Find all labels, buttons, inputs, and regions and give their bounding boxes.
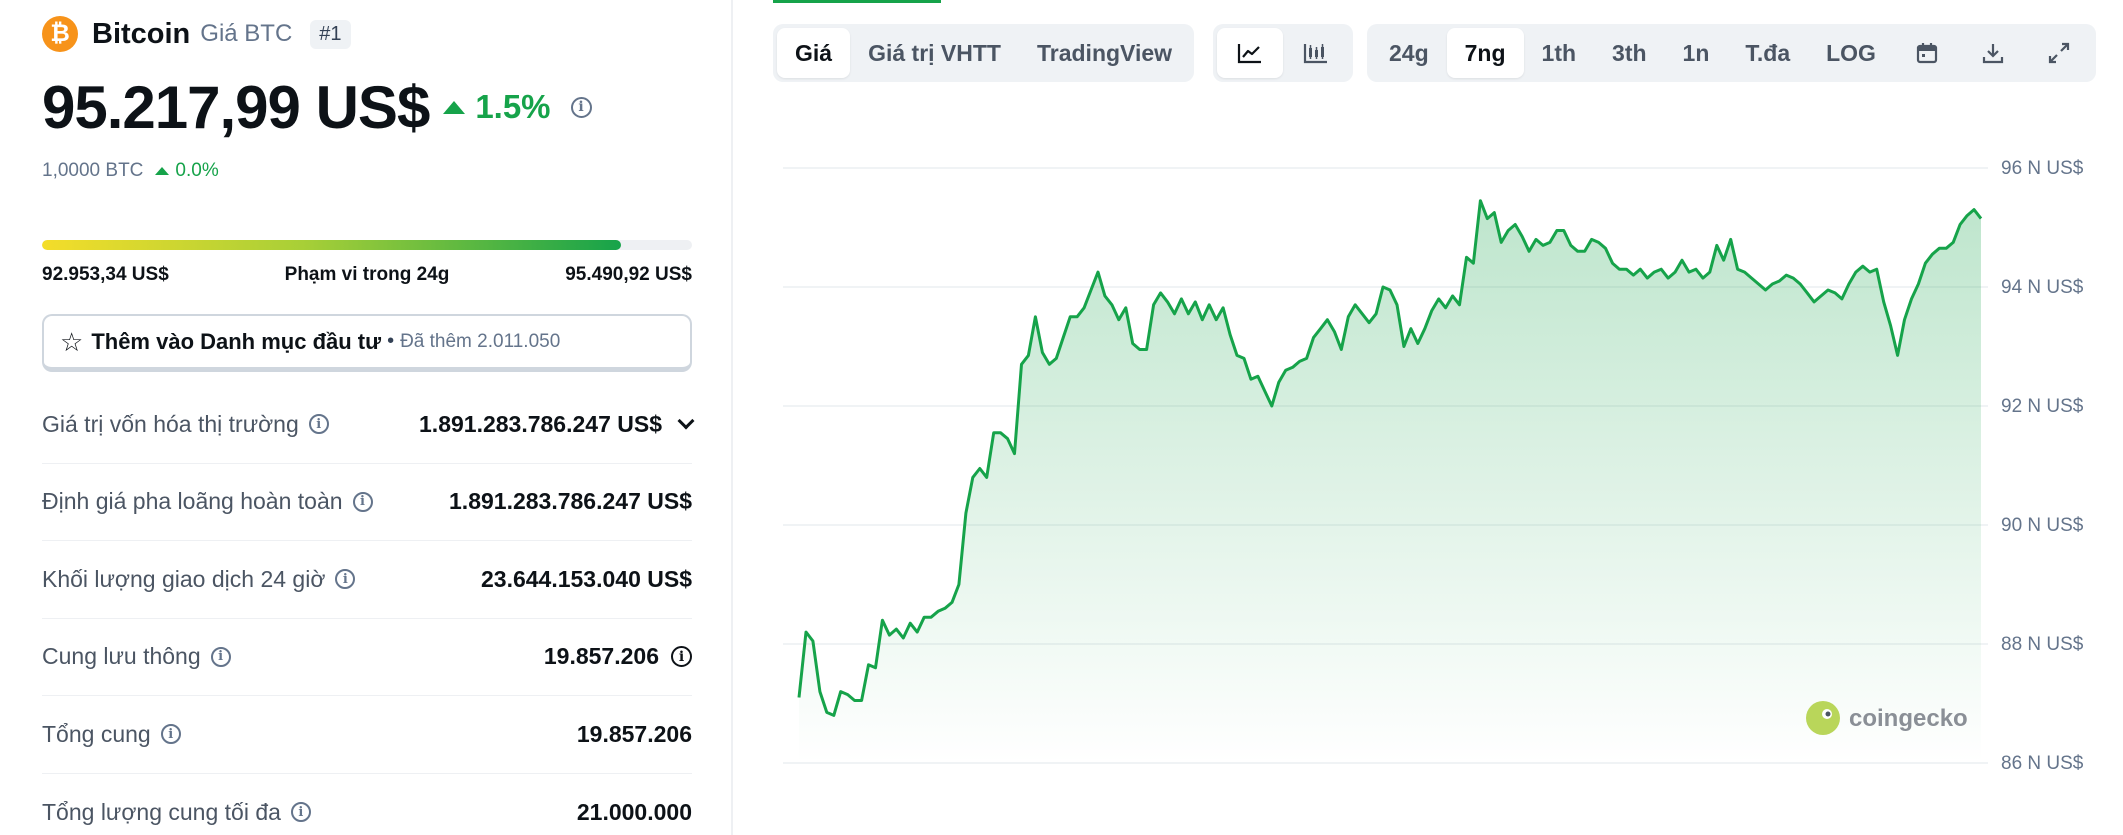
add-to-portfolio-button[interactable]: ☆ Thêm vào Danh mục đầu tư • Đã thêm 2.0… — [42, 314, 692, 372]
stat-label: Tổng cung i — [42, 721, 181, 748]
coin-ticker: Giá BTC — [200, 20, 293, 47]
stat-label: Định giá pha loãng hoàn toàn i — [42, 488, 373, 515]
stat-value: 21.000.000 — [576, 798, 692, 825]
range-label: Phạm vi trong 24g — [284, 264, 450, 285]
chart-panel: Giá Giá trị VHTT TradingView 24g 7ng 1th… — [733, 0, 2123, 835]
y-tick-label: 96 N US$ — [2001, 158, 2084, 179]
stat-row-circulating-supply: Cung lưu thông i 19.857.206 i — [42, 619, 692, 696]
stat-value: 19.857.206 i — [544, 643, 692, 670]
price-change-24h: 1.5% — [443, 88, 551, 126]
stat-value-text: 19.857.206 — [543, 643, 659, 670]
triangle-up-icon — [443, 100, 466, 114]
btc-amount: 1,0000 BTC — [42, 160, 144, 181]
info-icon[interactable]: i — [160, 724, 181, 745]
range-24h-fill — [42, 240, 621, 250]
stat-row-fdv: Định giá pha loãng hoàn toàn i 1.891.283.… — [42, 464, 692, 541]
info-icon[interactable]: i — [671, 646, 692, 668]
star-icon: ☆ — [60, 326, 84, 357]
range-24h-bar — [42, 240, 692, 250]
stat-value: 1.891.283.786.247 US$ — [419, 410, 695, 438]
stats-list: Giá trị vốn hóa thị trường i 1.891.283.78… — [42, 386, 695, 835]
stat-label: Giá trị vốn hóa thị trường i — [42, 411, 329, 438]
stat-row-market-cap[interactable]: Giá trị vốn hóa thị trường i 1.891.283.78… — [42, 386, 695, 464]
y-tick-label: 94 N US$ — [2001, 277, 2084, 298]
info-icon[interactable]: i — [308, 414, 329, 435]
range-24h-labels: 92.953,34 US$ Phạm vi trong 24g 95.490,9… — [42, 264, 692, 286]
stat-label-text: Khối lượng giao dịch 24 giờ — [42, 565, 326, 592]
gecko-pupil-icon — [1825, 711, 1831, 717]
y-axis-ticks: 86 N US$ 88 N US$ 90 N US$ 92 N US$ 94 N US$… — [2001, 158, 2084, 774]
stat-label-text: Giá trị vốn hóa thị trường — [42, 410, 299, 437]
info-icon[interactable]: i — [352, 491, 373, 512]
y-tick-label: 90 N US$ — [2001, 515, 2084, 536]
stat-label-text: Định giá pha loãng hoàn toàn — [42, 488, 343, 515]
rank-badge: #1 — [310, 19, 351, 49]
separator-dot: • — [387, 330, 395, 352]
btc-conversion-row: 1,0000 BTC 0.0% — [42, 160, 219, 182]
btc-change: 0.0% — [155, 160, 219, 182]
coin-name: Bitcoin — [92, 17, 191, 50]
y-tick-label: 86 N US$ — [2001, 753, 2084, 774]
stat-row-max-supply: Tổng lượng cung tối đa i 21.000.000 — [42, 774, 692, 835]
stat-label: Khối lượng giao dịch 24 giờ i — [42, 565, 356, 593]
stat-value-text: 1.891.283.786.247 US$ — [419, 410, 662, 437]
coin-header: ₿ Bitcoin Giá BTC #1 — [42, 16, 351, 52]
portfolio-added-count: Đã thêm 2.011.050 — [400, 330, 561, 352]
watermark-text: coingecko — [1849, 705, 1968, 732]
range-low: 92.953,34 US$ — [42, 264, 169, 285]
info-icon[interactable]: i — [290, 802, 311, 823]
info-icon[interactable]: i — [210, 646, 231, 667]
info-icon[interactable]: i — [570, 96, 592, 118]
stat-label-text: Tổng cung — [42, 720, 151, 747]
stat-value: 23.644.153.040 US$ — [480, 565, 692, 592]
bitcoin-logo-icon: ₿ — [42, 16, 78, 52]
current-price: 95.217,99 US$ — [42, 73, 430, 141]
coingecko-logo: coingecko — [1806, 701, 1968, 735]
price-row: 95.217,99 US$ 1.5% i — [42, 70, 592, 144]
stat-label-text: Cung lưu thông — [42, 643, 201, 670]
price-chart[interactable]: 86 N US$ 88 N US$ 90 N US$ 92 N US$ 94 N US$… — [733, 0, 2123, 835]
stat-value: 1.891.283.786.247 US$ — [449, 488, 692, 515]
stat-value: 19.857.206 — [576, 720, 692, 747]
price-change-value: 1.5% — [475, 88, 551, 125]
stat-row-volume-24h: Khối lượng giao dịch 24 giờ i 23.644.153.… — [42, 541, 692, 619]
gecko-logo-icon — [1806, 701, 1840, 735]
coin-overview-panel: ₿ Bitcoin Giá BTC #1 95.217,99 US$ 1.5% … — [0, 0, 732, 835]
stat-row-total-supply: Tổng cung i 19.857.206 — [42, 696, 692, 774]
chevron-down-icon[interactable] — [677, 412, 695, 430]
price-area-fill — [799, 200, 1981, 763]
triangle-up-icon — [155, 167, 170, 175]
stat-label-text: Tổng lượng cung tối đa — [42, 798, 281, 825]
stat-label: Tổng lượng cung tối đa i — [42, 799, 311, 826]
add-to-portfolio-label: Thêm vào Danh mục đầu tư — [91, 328, 382, 354]
y-tick-label: 92 N US$ — [2001, 396, 2084, 417]
btc-change-value: 0.0% — [175, 160, 219, 181]
range-high: 95.490,92 US$ — [565, 264, 692, 285]
stat-label: Cung lưu thông i — [42, 643, 231, 670]
y-tick-label: 88 N US$ — [2001, 634, 2084, 655]
info-icon[interactable]: i — [335, 569, 356, 590]
